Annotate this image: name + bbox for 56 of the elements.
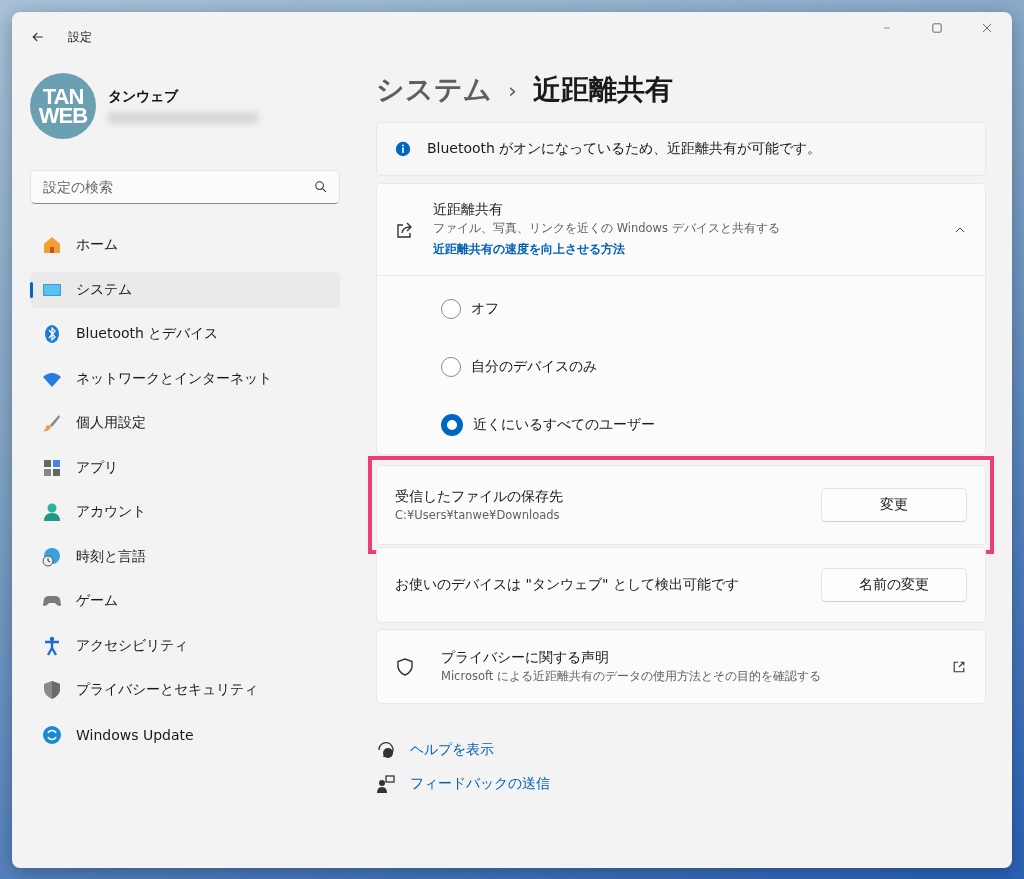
info-text: Bluetooth がオンになっているため、近距離共有が可能です。 — [427, 140, 822, 158]
sidebar-item[interactable]: プライバシーとセキュリティ — [30, 672, 340, 708]
privacy-row[interactable]: プライバシーに関する声明 Microsoft による近距離共有のデータの使用方法とその目的を確認する — [376, 629, 986, 704]
sidebar-item[interactable]: ホーム — [30, 227, 340, 263]
refresh-icon — [42, 724, 62, 745]
radio-button[interactable] — [441, 299, 461, 319]
setting-path: C:¥Users¥tanwe¥Downloads — [395, 508, 561, 522]
setting-title: 近距離共有 — [433, 201, 504, 219]
close-icon — [981, 22, 993, 34]
sidebar-item[interactable]: システム — [30, 271, 340, 308]
radio-option[interactable]: オフ — [441, 298, 985, 320]
paintbrush-icon — [42, 413, 62, 433]
setting-title: プライバシーに関する声明 — [441, 649, 610, 667]
breadcrumb-parent[interactable]: システム — [376, 71, 492, 109]
search-icon — [314, 180, 328, 194]
sidebar-item[interactable]: アクセシビリティ — [30, 627, 340, 664]
window-title: 設定 — [68, 28, 93, 46]
help-link[interactable]: 近距離共有の速度を向上させる方法 — [433, 242, 625, 256]
setting-description: Microsoft による近距離共有のデータの使用方法とその目的を確認する — [441, 669, 822, 684]
search-field[interactable]: 設定の検索 — [30, 170, 340, 204]
help-link[interactable]: ヘルプを表示 — [410, 741, 494, 759]
shield-icon — [42, 680, 62, 700]
sidebar-item[interactable]: Bluetooth とデバイス — [30, 316, 340, 352]
bluetooth-icon — [42, 324, 62, 344]
setting-title: お使いのデバイスは "タンウェブ" として検出可能です — [395, 576, 740, 594]
info-icon — [395, 141, 411, 157]
radio-option[interactable]: 自分のデバイスのみ — [441, 356, 985, 378]
sidebar-item[interactable]: 個人用設定 — [30, 405, 340, 441]
sidebar-item[interactable]: Windows Update — [30, 716, 340, 753]
help-link[interactable]: フィードバックの送信 — [410, 775, 550, 793]
house-icon — [42, 235, 62, 255]
globe-clock-icon — [42, 546, 62, 567]
action-button[interactable]: 変更 — [821, 488, 967, 522]
shield-outline-icon — [395, 656, 415, 677]
sidebar-item[interactable]: ゲーム — [30, 583, 340, 619]
sidebar-item[interactable]: ネットワークとインターネット — [30, 360, 340, 397]
setting-title: 受信したファイルの保存先 — [395, 488, 564, 506]
person-icon — [42, 502, 62, 522]
person-feedback-icon — [376, 774, 396, 794]
sidebar-item[interactable]: アプリ — [30, 449, 340, 486]
sidebar-item[interactable]: アカウント — [30, 494, 340, 530]
breadcrumb-separator: › — [508, 77, 517, 103]
accessibility-person-icon — [42, 635, 62, 656]
apps-grid-icon — [42, 457, 62, 478]
action-button[interactable]: 名前の変更 — [821, 568, 967, 602]
sharing-header[interactable]: 近距離共有 ファイル、写真、リンクを近くの Windows デバイスと共有する 近距離共有の速度を向上させる方法 — [377, 184, 985, 276]
help-bubble-icon — [376, 740, 396, 760]
profile-name: タンウェブ — [108, 88, 180, 106]
maximize-icon — [931, 22, 943, 34]
radio-button[interactable] — [441, 414, 463, 436]
setting-description: ファイル、写真、リンクを近くの Windows デバイスと共有する — [433, 221, 781, 236]
radio-option[interactable]: 近くにいるすべてのユーザー — [441, 414, 985, 436]
sidebar-item[interactable]: 時刻と言語 — [30, 538, 340, 575]
page-title: 近距離共有 — [532, 72, 673, 108]
avatar-logo: TAN WEB — [30, 73, 96, 139]
radio-button[interactable] — [441, 357, 461, 377]
